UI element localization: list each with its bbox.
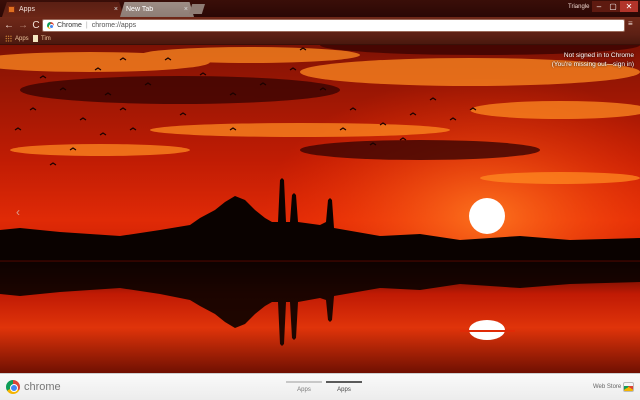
bookmarks-bar: Apps Tim — [0, 34, 640, 45]
previous-page-chevron-icon[interactable]: ‹ — [16, 205, 20, 219]
page-indicator — [286, 381, 322, 383]
sunset-wallpaper — [0, 0, 640, 400]
menu-icon[interactable]: ≡ — [628, 19, 638, 28]
apps-grid-icon — [5, 35, 12, 42]
bookmark-tim[interactable]: Tim — [33, 35, 51, 42]
bottom-bar: chrome Apps Apps Web Store — [0, 373, 640, 400]
minimize-button[interactable]: – — [592, 1, 606, 12]
signin-notice[interactable]: Not signed in to Chrome (You're missing … — [552, 52, 634, 69]
page-switcher-label: Apps — [297, 387, 311, 393]
chrome-icon — [47, 22, 54, 29]
profile-name[interactable]: Triangle — [568, 4, 589, 10]
close-window-button[interactable]: ✕ — [620, 1, 638, 12]
page-switcher-label: Apps — [337, 387, 351, 393]
tab-label: Apps — [19, 6, 35, 13]
reload-button[interactable]: C — [30, 18, 42, 32]
tab-apps[interactable]: Apps × — [2, 2, 124, 17]
bookmark-apps[interactable]: Apps — [5, 35, 29, 42]
tab-strip: Apps × New Tab × Triangle – ▢ ✕ — [0, 0, 640, 17]
page-switcher-apps[interactable]: Apps — [286, 378, 322, 398]
apps-favicon-icon — [8, 6, 15, 13]
tab-new-tab[interactable]: New Tab × — [120, 2, 194, 17]
new-tab-button[interactable] — [189, 4, 205, 14]
omnibox-separator: | — [85, 22, 88, 29]
page-indicator — [326, 381, 362, 383]
chrome-logo: chrome — [6, 380, 61, 394]
tab-close-icon[interactable]: × — [114, 6, 118, 13]
signin-line-2[interactable]: (You're missing out—sign in) — [552, 61, 634, 70]
chrome-wordmark: chrome — [24, 381, 61, 393]
tab-close-icon[interactable]: × — [184, 6, 188, 13]
chrome-logo-icon — [6, 380, 20, 394]
tab-label: New Tab — [126, 6, 154, 13]
address-bar[interactable]: Chrome | chrome://apps ☆ — [42, 19, 625, 32]
bookmark-label: Apps — [15, 35, 29, 42]
signin-line-1: Not signed in to Chrome — [563, 52, 634, 59]
web-store-link[interactable]: Web Store — [593, 384, 621, 390]
toolbar: ← → C Chrome | chrome://apps ☆ ≡ — [0, 17, 640, 34]
back-button[interactable]: ← — [3, 18, 15, 32]
web-store-icon[interactable] — [623, 382, 634, 392]
maximize-button[interactable]: ▢ — [606, 1, 620, 12]
forward-button[interactable]: → — [17, 18, 29, 32]
origin-chip: Chrome — [57, 22, 82, 29]
url-text[interactable]: chrome://apps — [92, 22, 136, 29]
page-icon — [33, 35, 38, 42]
sun — [469, 198, 505, 234]
bookmark-label: Tim — [41, 35, 51, 42]
page-switcher-apps-selected[interactable]: Apps — [326, 378, 362, 398]
